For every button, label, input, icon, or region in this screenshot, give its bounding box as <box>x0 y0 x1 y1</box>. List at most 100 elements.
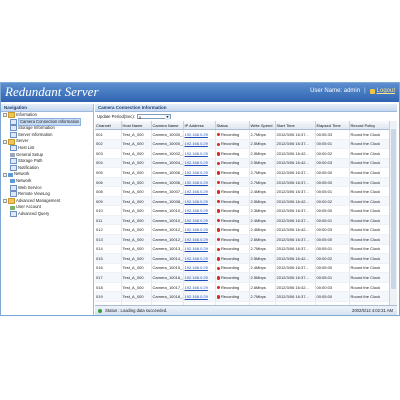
table-cell: 005 <box>95 167 122 178</box>
table-row[interactable]: 002 Test_A_000 Camera_10000_... 192.168.0.2… <box>95 139 390 150</box>
nav-item[interactable]: Web Service <box>1 185 93 192</box>
page-icon <box>10 132 17 139</box>
column-header[interactable]: Write Speed <box>249 121 276 130</box>
table-row[interactable]: 017 Test_A_000 Camera_10016_... 192.168.0.2… <box>95 272 390 283</box>
table-row[interactable]: 008 Test_A_000 Camera_10007_... 192.168.0.2… <box>95 186 390 197</box>
navigation-panel: Navigation - Information Camera Connection… <box>1 104 94 315</box>
table-row[interactable]: 003 Test_A_000 Camera_10002_... 192.168.0.2… <box>95 148 390 159</box>
table-cell: 2012/3/06 16:37... <box>275 244 316 255</box>
table-cell: Test_A_000 <box>121 148 152 159</box>
table-row[interactable]: 010 Test_A_000 Camera_10010_... 192.168.0.2… <box>95 205 390 216</box>
table-cell: 2.5Mbps <box>249 139 276 150</box>
table-cell[interactable]: 192.168.0.29 <box>183 244 216 255</box>
collapse-toggle-icon[interactable]: - <box>3 172 7 177</box>
table-row[interactable]: 011 Test_A_000 Camera_10010_... 192.168.0.2… <box>95 215 390 226</box>
table-row[interactable]: 001 Test_A_000 Camera_10000_... 192.168.0.2… <box>95 129 390 140</box>
collapse-toggle-icon[interactable]: - <box>3 199 7 204</box>
nav-item[interactable]: Camera Connection Information <box>1 117 93 127</box>
table-cell[interactable]: 192.168.0.29 <box>183 205 216 216</box>
status-text: Recording <box>221 150 240 156</box>
collapse-toggle-icon[interactable]: - <box>3 113 7 118</box>
table-cell[interactable]: 192.168.0.29 <box>183 282 216 293</box>
column-header[interactable]: Channel <box>95 121 122 130</box>
table-cell[interactable]: 192.168.0.29 <box>183 234 216 245</box>
table-cell[interactable]: 192.168.0.29 <box>183 177 216 188</box>
table-row[interactable]: 012 Test_A_000 Camera_10012_... 192.168.0.2… <box>95 224 390 235</box>
table-cell: 2.5Mbps <box>249 196 276 207</box>
recording-icon <box>216 132 220 137</box>
table-row[interactable]: 013 Test_A_000 Camera_10012_... 192.168.0.2… <box>95 234 390 245</box>
recording-icon <box>216 257 220 261</box>
nav-item[interactable]: Storage Path <box>1 158 93 165</box>
recording-icon <box>216 142 220 146</box>
table-row[interactable]: 005 Test_A_000 Camera_10006_... 192.168.0.2… <box>95 167 390 178</box>
nav-item[interactable]: - Server <box>1 138 93 145</box>
nav-item[interactable]: Notification <box>1 165 93 172</box>
table-cell[interactable]: 192.168.0.29 <box>183 291 216 302</box>
column-header[interactable]: Host Name <box>121 121 152 130</box>
table-cell: Camera_10006_... <box>151 167 184 178</box>
recording-icon <box>216 228 220 232</box>
nav-item[interactable]: User Account <box>1 204 93 211</box>
table-cell[interactable]: 192.168.0.29 <box>183 263 216 274</box>
column-header[interactable]: Status <box>215 121 250 130</box>
table-cell: Camera_10002_... <box>151 148 184 159</box>
nav-item[interactable]: Network <box>1 178 93 185</box>
table-cell[interactable]: 192.168.0.29 <box>183 158 216 169</box>
table-cell: 00:05:00 <box>315 291 350 302</box>
column-header[interactable]: Elapsed Time <box>315 121 350 130</box>
vertical-scrollbar[interactable] <box>389 121 397 305</box>
update-period-select[interactable]: 5 ▼ <box>136 114 171 120</box>
gear-icon <box>10 152 15 157</box>
table-cell: 2012/3/06 16:37... <box>275 263 316 274</box>
table-cell: Test_A_000 <box>121 263 152 274</box>
nav-item[interactable]: - Advanced Management <box>1 198 93 205</box>
page-icon <box>10 125 17 132</box>
table-cell[interactable]: 192.168.0.29 <box>183 224 216 235</box>
nav-item-label: Server Information <box>18 131 53 137</box>
table-cell[interactable]: 192.168.0.29 <box>183 148 216 159</box>
chevron-down-icon[interactable]: ▼ <box>164 115 170 120</box>
table-row[interactable]: 016 Test_A_000 Camera_10015_... 192.168.0.2… <box>95 263 390 274</box>
table-cell[interactable]: 192.168.0.29 <box>183 196 216 207</box>
table-cell[interactable]: 192.168.0.29 <box>183 129 216 140</box>
table-cell: Camera_10007_... <box>151 186 184 197</box>
collapse-toggle-icon[interactable]: - <box>3 139 7 144</box>
table-cell[interactable]: 192.168.0.29 <box>183 253 216 264</box>
table-cell: Round the Clock <box>349 167 390 178</box>
table-row[interactable]: 009 Test_A_000 Camera_10008_... 192.168.0.2… <box>95 196 390 207</box>
table-row[interactable]: 004 Test_A_000 Camera_10004_... 192.168.0.2… <box>95 158 390 169</box>
table-cell: Recording <box>215 205 250 216</box>
table-cell: Test_A_000 <box>121 291 152 302</box>
table-row[interactable]: 019 Test_A_000 Camera_10018_... 192.168.0.2… <box>95 291 390 302</box>
table-cell: 00:00:03 <box>315 224 350 235</box>
table-cell[interactable]: 192.168.0.29 <box>183 272 216 283</box>
table-row[interactable]: 006 Test_A_000 Camera_10006_... 192.168.0.2… <box>95 177 390 188</box>
table-cell[interactable]: 192.168.0.29 <box>183 186 216 197</box>
nav-item[interactable]: General Setup <box>1 152 93 159</box>
nav-item[interactable]: Advanced Query <box>1 211 93 218</box>
nav-item[interactable]: - Network <box>1 171 93 178</box>
column-header[interactable]: Start Time <box>275 121 316 130</box>
logout-link[interactable]: Logout <box>377 88 395 94</box>
table-cell: 00:00:02 <box>315 253 350 264</box>
table-cell[interactable]: 192.168.0.29 <box>183 167 216 178</box>
logout-icon[interactable] <box>369 88 375 94</box>
nav-item-label: Web Service <box>18 184 42 190</box>
table-cell: Recording <box>215 291 250 302</box>
column-header[interactable]: IP Address <box>183 121 216 130</box>
column-header[interactable]: Camera Name <box>151 121 184 130</box>
table-cell: Camera_10017_... <box>151 282 184 293</box>
scrollbar-thumb[interactable] <box>391 129 396 289</box>
table-row[interactable]: 014 Test_A_000 Camera_10013_... 192.168.0.2… <box>95 244 390 255</box>
nav-item[interactable]: Host List <box>1 145 93 152</box>
table-cell: Recording <box>215 263 250 274</box>
table-cell[interactable]: 192.168.0.29 <box>183 139 216 150</box>
table-cell[interactable]: 192.168.0.29 <box>183 215 216 226</box>
nav-item[interactable]: Server Information <box>1 132 93 139</box>
table-row[interactable]: 015 Test_A_000 Camera_10014_... 192.168.0.2… <box>95 253 390 264</box>
table-row[interactable]: 018 Test_A_000 Camera_10017_... 192.168.0.2… <box>95 282 390 293</box>
table-cell: 00:05:01 <box>315 244 350 255</box>
column-header[interactable]: Record Policy <box>349 121 390 130</box>
nav-item[interactable]: Remote ViewLog <box>1 191 93 198</box>
